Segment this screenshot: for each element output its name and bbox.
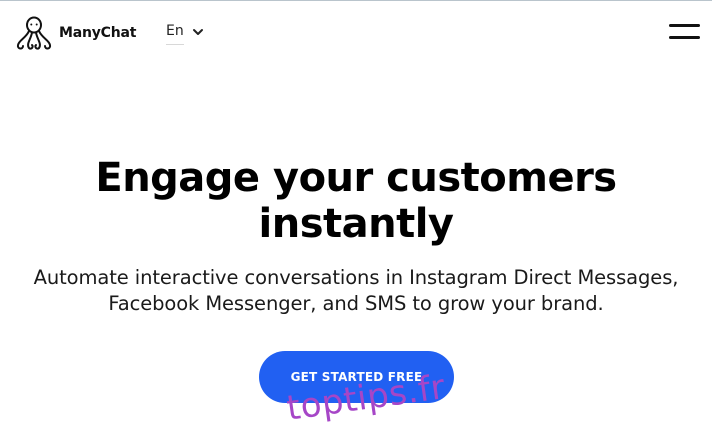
- menu-line-top: [669, 24, 700, 27]
- brand-name: ManyChat: [59, 25, 137, 41]
- octopus-logo-icon: [16, 16, 52, 50]
- page: ManyChat En Engage your customers instan…: [0, 0, 712, 448]
- hero-subtitle-line-1: Automate interactive conversations in In…: [33, 266, 679, 289]
- hero-subtitle-line-2: Facebook Messenger, and SMS to grow your…: [108, 292, 604, 315]
- hero-subtitle: Automate interactive conversations in In…: [10, 265, 702, 317]
- language-label: En: [166, 22, 184, 45]
- chevron-down-icon: [192, 29, 203, 35]
- menu-line-bottom: [669, 36, 700, 39]
- hero-title-line-2: instantly: [258, 201, 455, 247]
- language-selector[interactable]: En: [166, 22, 204, 46]
- hero-title-line-1: Engage your customers: [95, 155, 617, 201]
- brand-link[interactable]: ManyChat: [14, 15, 136, 51]
- site-header: ManyChat En: [0, 1, 712, 63]
- hamburger-menu-icon[interactable]: [669, 21, 700, 43]
- hero-title: Engage your customers instantly: [0, 155, 712, 247]
